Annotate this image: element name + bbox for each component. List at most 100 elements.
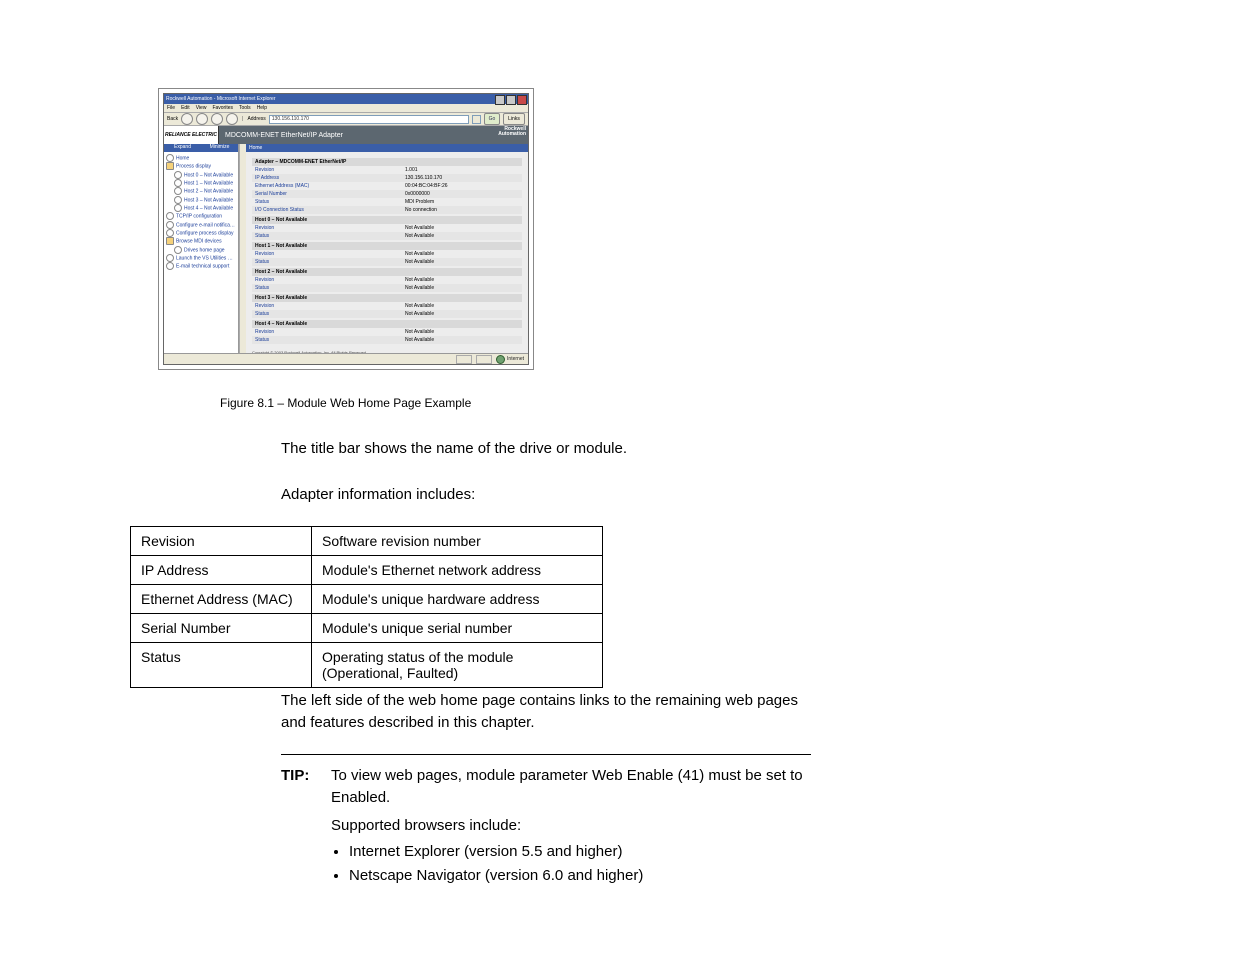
row-value: 0x0000000 xyxy=(405,191,430,197)
back-button[interactable]: Back xyxy=(167,116,178,122)
address-value: 130.156.110.170 xyxy=(272,116,309,122)
address-input[interactable]: 130.156.110.170 xyxy=(269,115,469,124)
nav-email-support[interactable]: E-mail technical support xyxy=(166,262,236,270)
table-row: RevisionNot Available xyxy=(252,224,522,232)
rockwell-logo: RockwellAutomation xyxy=(498,127,526,137)
nav-process-display[interactable]: Process display xyxy=(166,162,236,170)
tip-label: TIP: xyxy=(281,765,321,889)
browser-window: Rockwell Automation - Microsoft Internet… xyxy=(163,93,529,365)
stop-button[interactable] xyxy=(196,113,208,125)
row-key: Status xyxy=(255,337,405,343)
menu-edit[interactable]: Edit xyxy=(181,105,190,111)
forward-button[interactable] xyxy=(181,113,193,125)
maximize-icon[interactable] xyxy=(506,95,516,105)
menu-tools[interactable]: Tools xyxy=(239,105,251,111)
table-row: StatusNot Available xyxy=(252,258,522,266)
main-tab-home[interactable]: Home xyxy=(246,144,528,152)
nav-host1[interactable]: Host 1 – Not Available xyxy=(166,179,236,187)
row-key: Revision xyxy=(255,277,405,283)
page-icon xyxy=(174,171,182,179)
nav-home[interactable]: Home xyxy=(166,154,236,162)
intro-paragraph-2: Adapter information includes: xyxy=(281,484,851,506)
table-row: Ethernet Address (MAC)Module's unique ha… xyxy=(131,585,603,614)
page-icon xyxy=(174,204,182,212)
table-value: Software revision number xyxy=(312,527,603,556)
mail-icon xyxy=(166,262,174,270)
row-key: Status xyxy=(255,311,405,317)
table-row: StatusNot Available xyxy=(252,310,522,318)
nav-tcpip[interactable]: TCP/IP configuration xyxy=(166,212,236,220)
links-button[interactable]: Links xyxy=(503,113,525,125)
host-header: Host 0 – Not Available xyxy=(252,216,522,224)
table-row: StatusNot Available xyxy=(252,336,522,344)
refresh-button[interactable] xyxy=(211,113,223,125)
nav-drives-home[interactable]: Drives home page xyxy=(166,246,236,254)
menu-favorites[interactable]: Favorites xyxy=(212,105,233,111)
nav-browse-mdi[interactable]: Browse MDI devices xyxy=(166,237,236,245)
window-title: Rockwell Automation - Microsoft Internet… xyxy=(166,96,276,102)
tab-expand[interactable]: Expand xyxy=(164,144,201,152)
page-icon xyxy=(174,246,182,254)
nav-vsutil[interactable]: Launch the VS Utilities Software xyxy=(166,254,236,262)
menu-view[interactable]: View xyxy=(196,105,207,111)
row-key: IP Address xyxy=(255,175,405,181)
table-row: StatusMDI Problem xyxy=(252,198,522,206)
row-value: 00:04:BC:04:BF:26 xyxy=(405,183,448,189)
gear-icon xyxy=(166,254,174,262)
content-body: Expand Minimize Home Process display Hos… xyxy=(164,144,528,353)
status-segment xyxy=(456,355,472,364)
row-key: Revision xyxy=(255,303,405,309)
folder-icon xyxy=(166,162,174,170)
table-key: Status xyxy=(131,643,312,688)
row-key: Revision xyxy=(255,329,405,335)
address-label: Address xyxy=(247,116,265,122)
row-value: Not Available xyxy=(405,233,434,239)
table-row: Ethernet Address (MAC)00:04:BC:04:BF:26 xyxy=(252,182,522,190)
page-icon xyxy=(174,187,182,195)
table-value: Module's unique hardware address xyxy=(312,585,603,614)
row-value: No connection xyxy=(405,207,437,213)
page-icon xyxy=(166,221,174,229)
nav-host4[interactable]: Host 4 – Not Available xyxy=(166,204,236,212)
host-header: Host 1 – Not Available xyxy=(252,242,522,250)
home-button[interactable] xyxy=(226,113,238,125)
tab-minimize[interactable]: Minimize xyxy=(201,144,238,152)
go-button[interactable]: Go xyxy=(484,113,500,125)
row-value: Not Available xyxy=(405,303,434,309)
menu-file[interactable]: File xyxy=(167,105,175,111)
sidebar-tabs: Expand Minimize xyxy=(164,144,238,152)
row-value: MDI Problem xyxy=(405,199,434,205)
minimize-icon[interactable] xyxy=(495,95,505,105)
table-row: StatusNot Available xyxy=(252,284,522,292)
adapter-info-table: RevisionSoftware revision numberIP Addre… xyxy=(130,526,603,688)
close-icon[interactable] xyxy=(517,95,527,105)
window-titlebar: Rockwell Automation - Microsoft Internet… xyxy=(164,94,528,104)
table-row: RevisionNot Available xyxy=(252,276,522,284)
nav-host0[interactable]: Host 0 – Not Available xyxy=(166,171,236,179)
nav-host2[interactable]: Host 2 – Not Available xyxy=(166,187,236,195)
row-value: Not Available xyxy=(405,285,434,291)
row-value: 1.001 xyxy=(405,167,418,173)
home-content: Adapter – MDCOMM-ENET EtherNet/IP Revisi… xyxy=(246,152,528,353)
internet-icon xyxy=(496,355,505,364)
reliance-logo: RELIANCE ELECTRIC xyxy=(164,126,219,144)
table-row: IP Address130.156.110.170 xyxy=(252,174,522,182)
nav-host3[interactable]: Host 3 – Not Available xyxy=(166,196,236,204)
intro-paragraph-1: The title bar shows the name of the driv… xyxy=(281,438,851,460)
tip-box: TIP: To view web pages, module parameter… xyxy=(281,754,811,889)
page-icon xyxy=(174,196,182,204)
sidebar-scrollbar[interactable] xyxy=(239,144,246,353)
page-icon xyxy=(174,179,182,187)
table-value: Module's unique serial number xyxy=(312,614,603,643)
tip-lead: To view web pages, module parameter Web … xyxy=(331,765,811,809)
window-controls xyxy=(495,95,527,105)
figure-caption: Figure 8.1 – Module Web Home Page Exampl… xyxy=(220,396,471,410)
table-row: RevisionNot Available xyxy=(252,302,522,310)
nav-proc-cfg[interactable]: Configure process display xyxy=(166,229,236,237)
nav-email[interactable]: Configure e-mail notification xyxy=(166,221,236,229)
menu-help[interactable]: Help xyxy=(257,105,267,111)
row-key: Revision xyxy=(255,225,405,231)
row-value: Not Available xyxy=(405,259,434,265)
dropdown-icon[interactable] xyxy=(472,115,481,124)
host-header: Host 3 – Not Available xyxy=(252,294,522,302)
